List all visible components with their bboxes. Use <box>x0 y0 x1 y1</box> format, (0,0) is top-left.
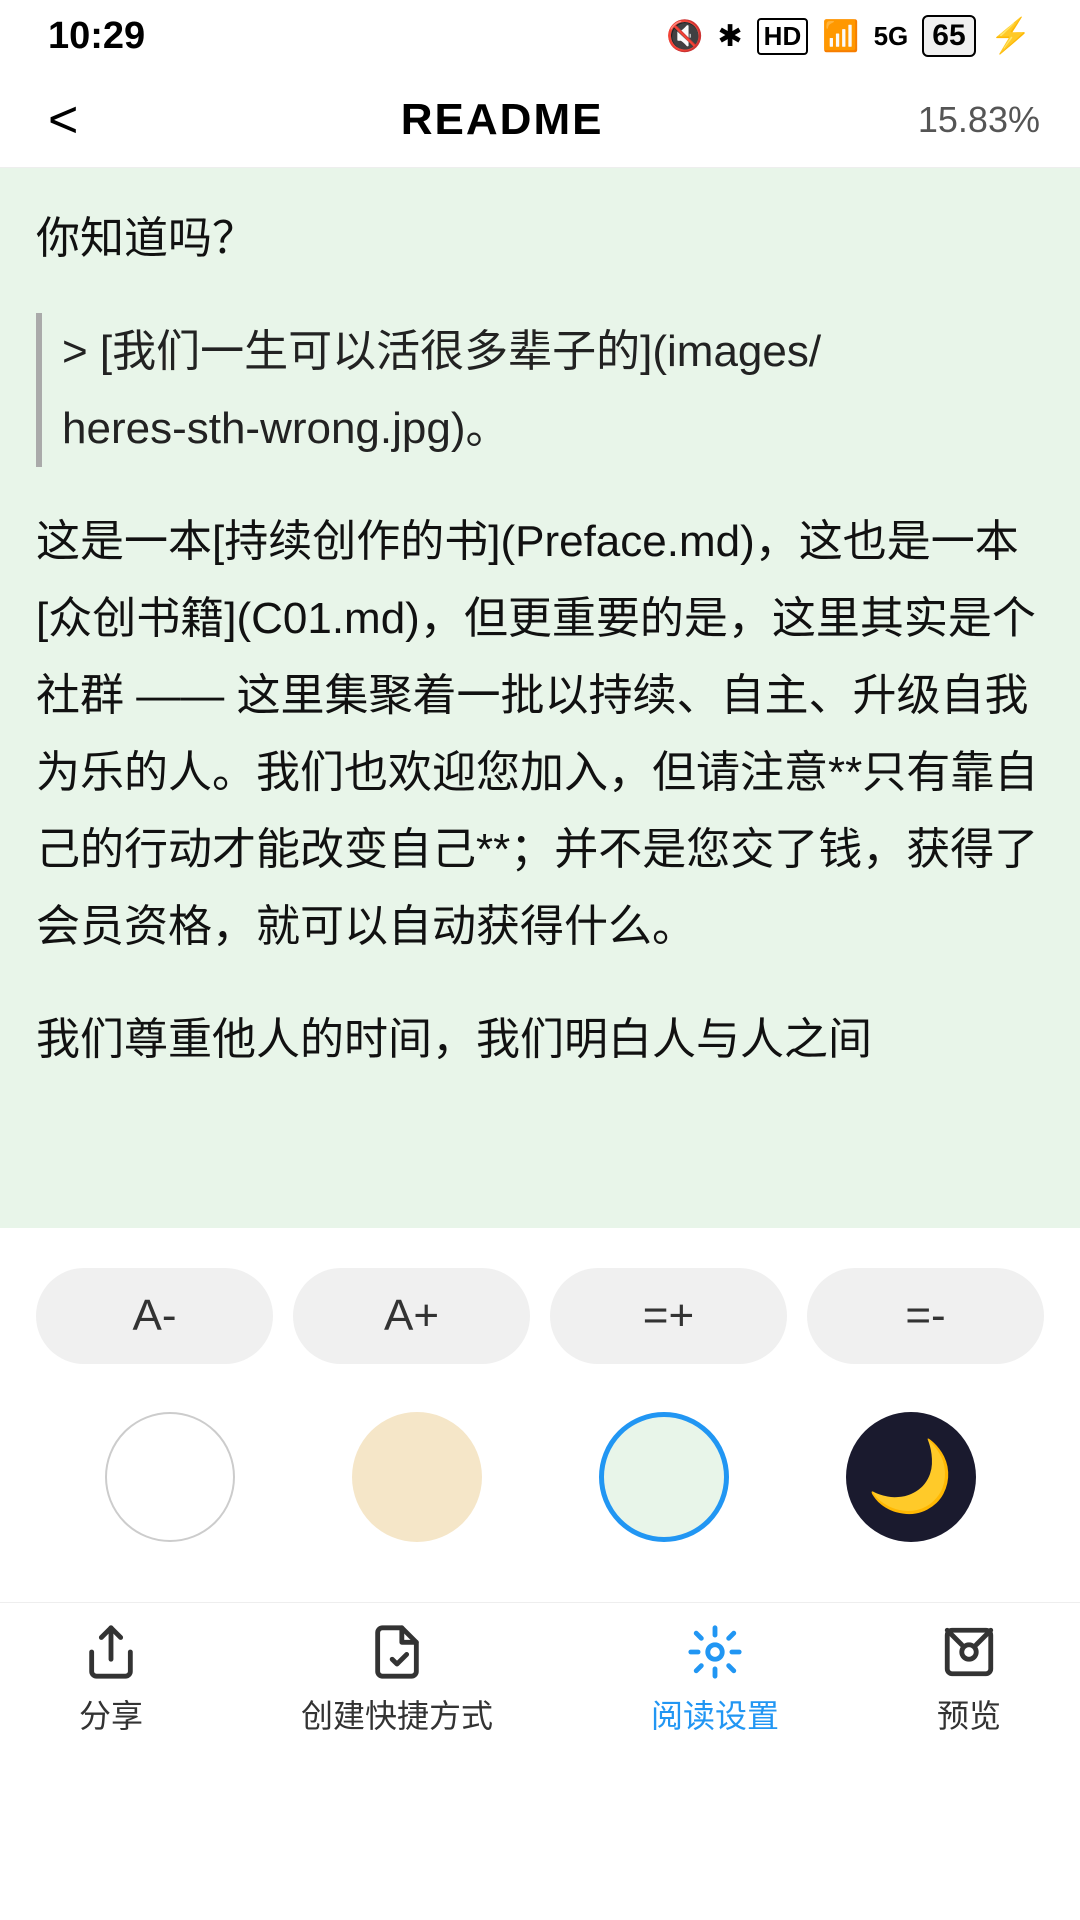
preview-icon <box>940 1623 998 1681</box>
mute-icon: 🔇 <box>666 19 703 54</box>
font-controls: A- A+ =+ =- <box>36 1268 1044 1364</box>
theme-green-button[interactable] <box>599 1412 729 1542</box>
signal-icon: 5G <box>874 21 909 52</box>
increase-spacing-button[interactable]: =+ <box>550 1268 787 1364</box>
theme-cream-button[interactable] <box>352 1412 482 1542</box>
paragraph-2: 这是一本[持续创作的书](Preface.md)，这也是一本[众创书籍](C01… <box>36 503 1044 965</box>
nav-label-preview: 预览 <box>937 1691 1001 1737</box>
theme-dark-button[interactable]: 🌙 <box>846 1412 976 1542</box>
theme-colors: 🌙 <box>36 1412 1044 1542</box>
battery-indicator: 65 <box>922 15 975 57</box>
nav-bar: < README 15.83% <box>0 72 1080 168</box>
increase-font-button[interactable]: A+ <box>293 1268 530 1364</box>
toolbar-section: A- A+ =+ =- 🌙 <box>0 1228 1080 1542</box>
nav-item-reading-settings[interactable]: 阅读设置 <box>631 1623 799 1737</box>
content-text: 你知道吗？ > [我们一生可以活很多辈子的](images/heres-sth-… <box>36 200 1044 1078</box>
bluetooth-icon: ✱ <box>718 19 743 54</box>
hd-icon: HD <box>757 18 809 55</box>
nav-label-shortcut: 创建快捷方式 <box>301 1691 493 1737</box>
nav-item-shortcut[interactable]: 创建快捷方式 <box>281 1623 513 1737</box>
content-area: 你知道吗？ > [我们一生可以活很多辈子的](images/heres-sth-… <box>0 168 1080 1228</box>
bottom-nav: 分享 创建快捷方式 阅读设置 预览 <box>0 1602 1080 1767</box>
status-icons: 🔇 ✱ HD 📶 5G 65 ⚡ <box>666 15 1032 57</box>
status-bar: 10:29 🔇 ✱ HD 📶 5G 65 ⚡ <box>0 0 1080 72</box>
nav-item-preview[interactable]: 预览 <box>917 1623 1021 1737</box>
reading-settings-icon <box>686 1623 744 1681</box>
reading-progress: 15.83% <box>918 99 1040 141</box>
page-title: README <box>401 95 604 145</box>
paragraph-blockquote: > [我们一生可以活很多辈子的](images/heres-sth-wrong.… <box>36 313 1044 467</box>
nav-label-reading-settings: 阅读设置 <box>651 1691 779 1737</box>
status-time: 10:29 <box>48 15 145 58</box>
decrease-spacing-button[interactable]: =- <box>807 1268 1044 1364</box>
theme-white-button[interactable] <box>105 1412 235 1542</box>
nav-label-share: 分享 <box>79 1691 143 1737</box>
paragraph-1: 你知道吗？ <box>36 200 1044 277</box>
decrease-font-button[interactable]: A- <box>36 1268 273 1364</box>
moon-icon: 🌙 <box>867 1436 954 1518</box>
wifi-icon: 📶 <box>822 19 859 54</box>
charging-icon: ⚡ <box>990 16 1032 56</box>
shortcut-icon <box>368 1623 426 1681</box>
back-button[interactable]: < <box>40 82 86 158</box>
paragraph-3: 我们尊重他人的时间，我们明白人与人之间 <box>36 1001 1044 1078</box>
nav-item-share[interactable]: 分享 <box>59 1623 163 1737</box>
share-icon <box>82 1623 140 1681</box>
